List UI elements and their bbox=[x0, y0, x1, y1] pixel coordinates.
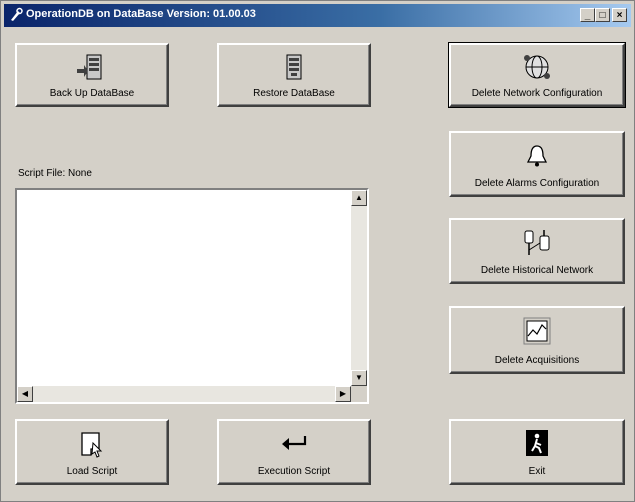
exit-label: Exit bbox=[528, 466, 546, 477]
window-title: OperationDB on DataBase Version: 01.00.0… bbox=[26, 8, 256, 20]
acquisitions-chart-icon bbox=[523, 317, 551, 345]
delete-acquisitions-label: Delete Acquisitions bbox=[494, 355, 580, 366]
load-script-button[interactable]: Load Script bbox=[15, 419, 169, 485]
delete-network-configuration-label: Delete Network Configuration bbox=[471, 88, 603, 99]
maximize-button[interactable]: □ bbox=[595, 8, 610, 22]
exit-door-icon bbox=[526, 430, 548, 456]
delete-acquisitions-button[interactable]: Delete Acquisitions bbox=[449, 306, 625, 374]
close-button[interactable]: × bbox=[612, 8, 627, 22]
scroll-left-button[interactable]: ◀ bbox=[17, 386, 33, 402]
horizontal-scrollbar[interactable]: ◀ ▶ bbox=[17, 386, 351, 402]
script-text-area[interactable]: ▲ ▼ ◀ ▶ bbox=[15, 188, 369, 404]
script-file-label: Script File: None bbox=[18, 168, 92, 179]
restore-database-button[interactable]: Restore DataBase bbox=[217, 43, 371, 107]
delete-alarms-configuration-label: Delete Alarms Configuration bbox=[474, 178, 600, 189]
scrollbar-corner bbox=[351, 386, 367, 402]
backup-database-label: Back Up DataBase bbox=[49, 88, 135, 99]
title-bar[interactable]: OperationDB on DataBase Version: 01.00.0… bbox=[4, 4, 631, 27]
restore-database-label: Restore DataBase bbox=[253, 88, 335, 99]
vertical-scrollbar[interactable]: ▲ ▼ bbox=[351, 190, 367, 386]
server-backup-icon bbox=[77, 54, 102, 80]
delete-historical-network-label: Delete Historical Network bbox=[480, 265, 594, 276]
delete-historical-network-button[interactable]: Delete Historical Network bbox=[449, 218, 625, 284]
bell-icon bbox=[526, 145, 548, 167]
app-window: OperationDB on DataBase Version: 01.00.0… bbox=[0, 0, 635, 502]
minimize-button[interactable]: _ bbox=[580, 8, 595, 22]
enter-arrow-icon bbox=[282, 436, 307, 450]
delete-network-configuration-button[interactable]: Delete Network Configuration bbox=[448, 42, 626, 108]
backup-database-button[interactable]: Back Up DataBase bbox=[15, 43, 169, 107]
historical-network-icon bbox=[524, 230, 550, 255]
exit-button[interactable]: Exit bbox=[449, 419, 625, 485]
server-restore-icon bbox=[286, 54, 302, 80]
execution-script-button[interactable]: Execution Script bbox=[217, 419, 371, 485]
delete-alarms-configuration-button[interactable]: Delete Alarms Configuration bbox=[449, 131, 625, 197]
load-file-icon bbox=[81, 432, 103, 458]
load-script-label: Load Script bbox=[66, 466, 118, 477]
scroll-right-button[interactable]: ▶ bbox=[335, 386, 351, 402]
app-icon bbox=[11, 7, 23, 21]
scroll-up-button[interactable]: ▲ bbox=[351, 190, 367, 206]
scroll-down-button[interactable]: ▼ bbox=[351, 370, 367, 386]
execution-script-label: Execution Script bbox=[257, 466, 331, 477]
network-icon bbox=[524, 55, 550, 79]
